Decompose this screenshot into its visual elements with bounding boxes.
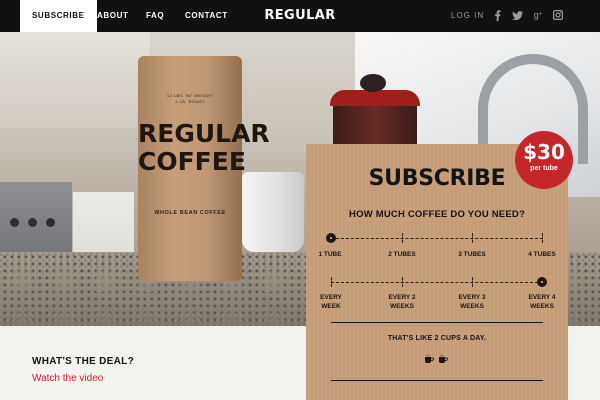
frequency-tick (472, 277, 473, 287)
coffee-cup-icon (439, 354, 448, 363)
frequency-option-1-line2: WEEK (321, 303, 341, 310)
frequency-option-1-line1: EVERY (320, 294, 342, 301)
frequency-tick (402, 277, 403, 287)
frequency-option-2-line1: EVERY 2 (388, 294, 416, 301)
cups-indicator (424, 354, 450, 366)
nav-subscribe[interactable]: SUBSCRIBE (20, 0, 97, 32)
can-roast-text: 1 LB. ROAST (175, 99, 205, 104)
instagram-icon[interactable] (552, 9, 564, 21)
quantity-tick (542, 233, 543, 243)
top-nav: SUBSCRIBE ABOUT FAQ CONTACT REGULAR COFF… (0, 0, 600, 55)
frequency-slider-handle[interactable] (537, 277, 547, 287)
nav-faq[interactable]: FAQ (146, 0, 164, 32)
french-press-knob (360, 74, 386, 92)
cups-note: THAT'S LIKE 2 CUPS A DAY. (387, 335, 487, 342)
divider (331, 380, 543, 381)
kitchen-cabinet (0, 32, 150, 128)
frequency-option-2[interactable]: EVERY 2 WEEKS (383, 293, 421, 311)
french-press-lid (330, 90, 420, 106)
coffee-can: 12 LBS. NT WEIGHT 1 LB. ROAST REGULAR CO… (138, 56, 270, 281)
frequency-option-4-line2: WEEKS (530, 303, 554, 310)
stove-knob (10, 218, 19, 227)
price-amount: $30 (523, 140, 565, 164)
can-weight-text: 12 LBS. NT WEIGHT (166, 93, 214, 98)
quantity-question: HOW MUCH COFFEE DO YOU NEED? (349, 209, 525, 220)
frequency-option-3-line1: EVERY 3 (458, 294, 486, 301)
can-subtitle: WHOLE BEAN COFFEE (154, 210, 226, 216)
can-title-line2: COFFEE (138, 147, 246, 176)
frequency-option-3[interactable]: EVERY 3 WEEKS (453, 293, 491, 311)
quantity-slider-track[interactable] (331, 238, 543, 239)
quantity-option-4[interactable]: 4 TUBES (524, 250, 560, 259)
nav-contact[interactable]: CONTACT (185, 0, 228, 32)
quantity-tick (472, 233, 473, 243)
can-title-line1: REGULAR (138, 119, 270, 148)
login-link[interactable]: LOG IN (451, 0, 484, 32)
google-plus-icon[interactable]: g + (532, 9, 544, 21)
stove-knob (28, 218, 37, 227)
nav-about[interactable]: ABOUT (97, 0, 128, 32)
subscribe-title: SUBSCRIBE (368, 166, 506, 191)
frequency-option-4[interactable]: EVERY 4 WEEKS (523, 293, 561, 311)
twitter-icon[interactable] (511, 9, 523, 21)
quantity-option-1[interactable]: 1 TUBE (312, 250, 348, 259)
brand-logo[interactable]: REGULAR COFFEE (250, 0, 350, 55)
facebook-icon[interactable] (491, 9, 503, 21)
frequency-option-3-line2: WEEKS (460, 303, 484, 310)
stove-knob (46, 218, 55, 227)
frequency-option-1[interactable]: EVERY WEEK (312, 293, 350, 311)
quantity-slider-handle[interactable] (326, 233, 336, 243)
divider (331, 322, 543, 323)
frequency-slider-track[interactable] (331, 282, 543, 283)
quantity-tick (402, 233, 403, 243)
coffee-cup-icon (425, 354, 434, 363)
frequency-option-4-line1: EVERY 4 (528, 294, 556, 301)
frequency-option-2-line2: WEEKS (390, 303, 414, 310)
white-mug (242, 172, 304, 252)
quantity-option-2[interactable]: 2 TUBES (384, 250, 420, 259)
frequency-tick (331, 277, 332, 287)
quantity-option-3[interactable]: 3 TUBES (454, 250, 490, 259)
watch-video-link[interactable]: Watch the video (32, 373, 103, 384)
deal-heading: WHAT'S THE DEAL? (32, 356, 134, 367)
